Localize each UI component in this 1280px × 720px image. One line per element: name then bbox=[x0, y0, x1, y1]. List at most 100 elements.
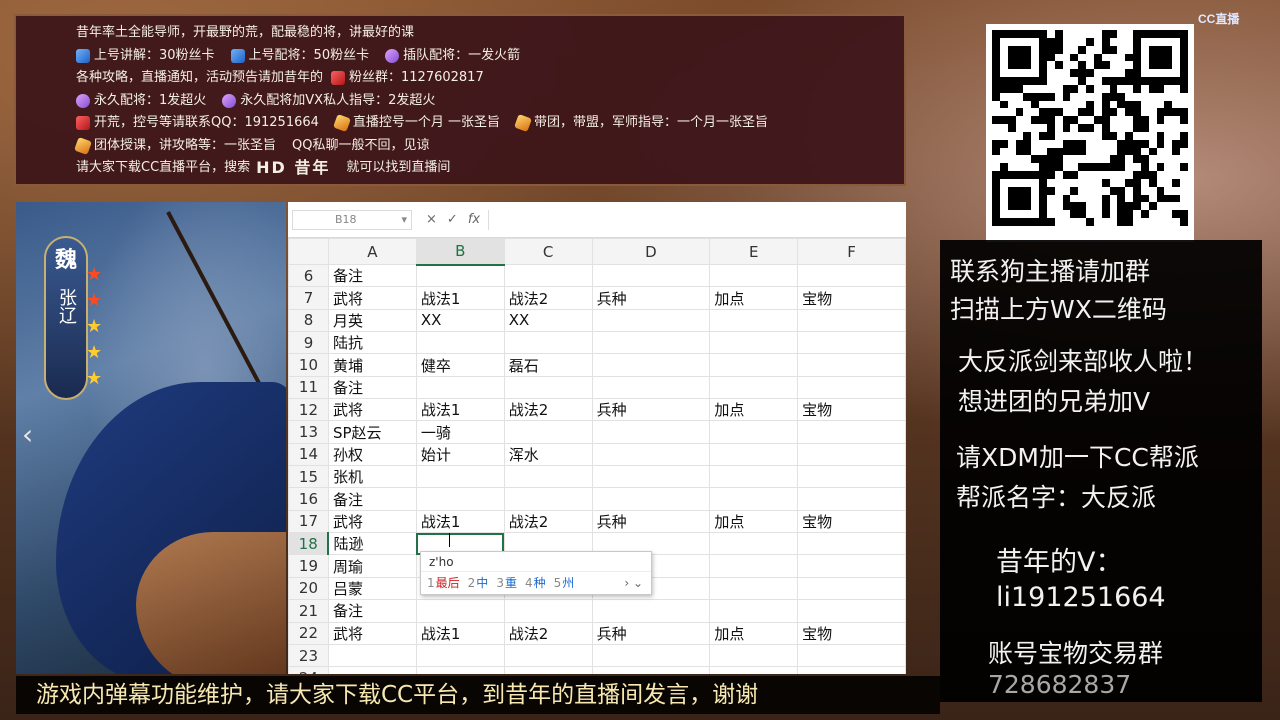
table-cell[interactable]: 陆抗 bbox=[327, 331, 417, 355]
table-cell[interactable]: 战法2 bbox=[503, 509, 593, 534]
table-cell[interactable]: 宝物 bbox=[797, 621, 906, 645]
table-cell[interactable] bbox=[503, 420, 593, 444]
table-cell[interactable] bbox=[591, 442, 711, 467]
table-cell[interactable] bbox=[503, 465, 593, 489]
table-cell[interactable]: 备注 bbox=[327, 487, 417, 511]
row-header[interactable]: 17 bbox=[288, 509, 329, 534]
table-cell[interactable] bbox=[797, 353, 906, 377]
table-cell[interactable]: 战法1 bbox=[415, 621, 505, 645]
table-cell[interactable] bbox=[591, 308, 711, 333]
table-cell[interactable]: 武将 bbox=[327, 398, 417, 422]
table-cell[interactable] bbox=[797, 487, 906, 511]
table-cell[interactable] bbox=[797, 420, 906, 444]
table-cell[interactable]: 战法2 bbox=[503, 286, 593, 310]
table-cell[interactable] bbox=[797, 576, 906, 601]
table-cell[interactable]: 备注 bbox=[327, 375, 417, 400]
table-cell[interactable]: 健卒 bbox=[415, 353, 505, 377]
table-cell[interactable]: 战法2 bbox=[503, 398, 593, 422]
table-cell[interactable] bbox=[797, 554, 906, 578]
table-cell[interactable] bbox=[709, 353, 799, 377]
table-cell[interactable] bbox=[709, 643, 799, 668]
column-header-b[interactable]: B bbox=[415, 238, 505, 266]
table-cell[interactable] bbox=[797, 599, 906, 623]
row-header[interactable]: 16 bbox=[288, 487, 329, 511]
table-cell[interactable]: 战法1 bbox=[415, 286, 505, 310]
table-cell[interactable] bbox=[327, 643, 417, 668]
table-cell[interactable] bbox=[709, 263, 799, 288]
table-cell[interactable] bbox=[709, 666, 799, 674]
table-cell[interactable] bbox=[797, 666, 906, 674]
table-cell[interactable] bbox=[709, 576, 799, 601]
table-cell[interactable] bbox=[709, 599, 799, 623]
row-header[interactable]: 10 bbox=[288, 353, 329, 377]
table-cell[interactable] bbox=[415, 666, 505, 674]
formula-input[interactable] bbox=[488, 209, 906, 230]
table-cell[interactable] bbox=[709, 465, 799, 489]
table-cell[interactable]: SP赵云 bbox=[327, 420, 417, 444]
table-cell[interactable]: 加点 bbox=[709, 621, 799, 645]
table-cell[interactable] bbox=[415, 643, 505, 668]
table-cell[interactable]: 加点 bbox=[709, 286, 799, 310]
table-cell[interactable]: 磊石 bbox=[503, 353, 593, 377]
table-cell[interactable] bbox=[797, 375, 906, 400]
table-cell[interactable]: 始计 bbox=[415, 442, 505, 467]
table-cell[interactable]: 宝物 bbox=[797, 286, 906, 310]
table-cell[interactable]: 武将 bbox=[327, 621, 417, 645]
table-cell[interactable] bbox=[503, 643, 593, 668]
table-cell[interactable]: 吕蒙 bbox=[327, 576, 417, 601]
table-cell[interactable] bbox=[415, 263, 505, 288]
name-box[interactable]: B18 ▾ bbox=[292, 209, 412, 230]
column-header-f[interactable]: F bbox=[797, 238, 906, 265]
table-cell[interactable] bbox=[415, 465, 505, 489]
table-cell[interactable] bbox=[591, 353, 711, 377]
table-cell[interactable]: 陆逊 bbox=[327, 532, 417, 556]
table-cell[interactable] bbox=[503, 375, 593, 400]
table-cell[interactable] bbox=[415, 331, 505, 355]
table-cell[interactable]: 备注 bbox=[327, 599, 417, 623]
table-cell[interactable] bbox=[797, 442, 906, 467]
table-cell[interactable]: 备注 bbox=[327, 263, 417, 288]
table-cell[interactable] bbox=[709, 308, 799, 333]
table-cell[interactable]: 战法1 bbox=[415, 398, 505, 422]
table-cell[interactable]: 战法2 bbox=[503, 621, 593, 645]
table-cell[interactable] bbox=[709, 375, 799, 400]
row-header[interactable]: 22 bbox=[288, 621, 329, 645]
table-cell[interactable] bbox=[709, 331, 799, 355]
table-cell[interactable]: 宝物 bbox=[797, 398, 906, 422]
table-cell[interactable]: 加点 bbox=[709, 398, 799, 422]
table-cell[interactable]: 兵种 bbox=[591, 286, 711, 310]
row-header[interactable]: 13 bbox=[288, 420, 329, 444]
row-header[interactable]: 7 bbox=[288, 286, 329, 310]
table-cell[interactable] bbox=[797, 308, 906, 333]
table-cell[interactable] bbox=[591, 375, 711, 400]
column-header-c[interactable]: C bbox=[503, 238, 593, 265]
table-cell[interactable] bbox=[503, 599, 593, 623]
row-header[interactable]: 8 bbox=[288, 308, 329, 333]
row-header[interactable]: 24 bbox=[288, 666, 329, 674]
table-cell[interactable]: 武将 bbox=[327, 509, 417, 534]
table-cell[interactable]: 月英 bbox=[327, 308, 417, 333]
column-header-e[interactable]: E bbox=[709, 238, 799, 265]
table-cell[interactable] bbox=[591, 420, 711, 444]
table-cell[interactable] bbox=[415, 599, 505, 623]
chevron-down-icon[interactable]: ▾ bbox=[401, 211, 407, 229]
table-cell[interactable] bbox=[797, 643, 906, 668]
column-header-a[interactable]: A bbox=[327, 238, 417, 265]
row-header[interactable]: 20 bbox=[288, 576, 329, 601]
table-cell[interactable]: 战法1 bbox=[415, 509, 505, 534]
row-header[interactable]: 23 bbox=[288, 643, 329, 668]
table-cell[interactable] bbox=[709, 532, 799, 556]
table-cell[interactable] bbox=[709, 420, 799, 444]
table-cell[interactable]: XX bbox=[415, 308, 505, 333]
table-cell[interactable] bbox=[709, 487, 799, 511]
table-cell[interactable]: 加点 bbox=[709, 509, 799, 534]
table-cell[interactable] bbox=[591, 465, 711, 489]
table-cell[interactable]: 孙权 bbox=[327, 442, 417, 467]
table-cell[interactable] bbox=[415, 375, 505, 400]
ime-next-page-icon[interactable]: › ⌄ bbox=[624, 572, 643, 594]
ime-candidate[interactable]: 1最后 bbox=[427, 572, 460, 594]
table-cell[interactable]: 黄埔 bbox=[327, 353, 417, 377]
row-header[interactable]: 12 bbox=[288, 398, 329, 422]
table-cell[interactable]: 兵种 bbox=[591, 509, 711, 534]
table-cell[interactable] bbox=[591, 666, 711, 674]
